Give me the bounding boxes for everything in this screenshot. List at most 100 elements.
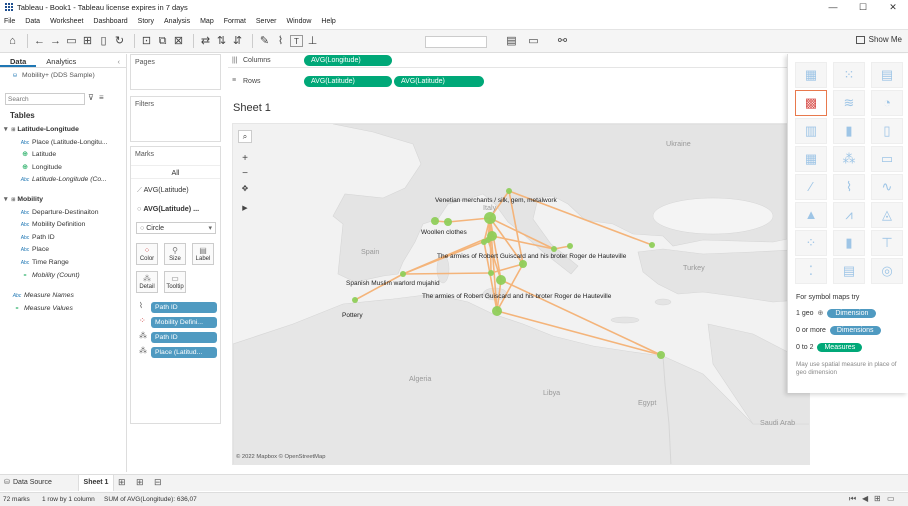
pause-updates-icon[interactable]: ▯ xyxy=(97,29,110,53)
swap-icon[interactable]: ⇄ xyxy=(199,29,212,53)
field-longitude[interactable]: ⊕ Longitude xyxy=(18,162,62,175)
map-tools-expand[interactable]: ▶ xyxy=(238,203,252,216)
fix-axes-icon[interactable]: ⊥ xyxy=(306,29,319,53)
share-icon[interactable]: ⚯ xyxy=(556,29,569,53)
chart-type-option[interactable]: ▲ xyxy=(795,202,827,228)
filter-icon[interactable]: ⊽ xyxy=(88,93,94,102)
marks-pill-place[interactable]: Place (Latitud... xyxy=(151,347,217,358)
marks-pill-path-id[interactable]: Path ID xyxy=(151,302,217,313)
chart-type-option[interactable]: ▦ xyxy=(795,146,827,172)
map-point[interactable] xyxy=(649,242,655,248)
new-worksheet-icon[interactable]: ⊞ xyxy=(118,477,126,488)
chart-type-option[interactable]: ▯ xyxy=(871,118,903,144)
menu-story[interactable]: Story xyxy=(138,18,154,25)
chart-type-option[interactable]: ∿ xyxy=(871,174,903,200)
new-datasource-icon[interactable]: ⊞ xyxy=(81,29,94,53)
chart-type-option[interactable]: ⩘ xyxy=(833,202,865,228)
field-path-id[interactable]: Abc Path ID xyxy=(18,232,55,245)
field-place-latlong[interactable]: Abc Place (Latitude-Longitu... xyxy=(18,137,108,150)
chart-type-option[interactable]: ◔ xyxy=(871,90,903,116)
field-latitude[interactable]: ⊕ Latitude xyxy=(18,149,56,162)
chart-type-option[interactable]: ▦ xyxy=(795,62,827,88)
sort-descending-icon[interactable]: ⇵ xyxy=(231,29,244,53)
clear-sheet-icon[interactable]: ⊠ xyxy=(172,29,185,53)
menu-worksheet[interactable]: Worksheet xyxy=(50,18,83,25)
field-mobility-definition[interactable]: Abc Mobility Definition xyxy=(18,219,86,232)
chart-type-option[interactable]: ⁚ xyxy=(795,258,827,284)
marks-row-avg-latitude[interactable]: ⟋ AVG(Latitude) xyxy=(137,185,189,195)
presentation-icon[interactable]: ▭ xyxy=(527,29,540,53)
chart-type-option[interactable]: ▭ xyxy=(871,146,903,172)
highlight-icon[interactable]: ✎ xyxy=(258,29,271,53)
view-list-icon[interactable]: ≡ xyxy=(99,93,104,102)
rows-pill-latitude-2[interactable]: AVG(Latitude) xyxy=(394,76,484,87)
columns-shelf[interactable]: ||| Columns AVG(Longitude) xyxy=(228,54,810,68)
path-line[interactable] xyxy=(489,217,492,274)
color-button[interactable]: ⁘ Color xyxy=(136,243,158,265)
map-point[interactable] xyxy=(519,260,527,268)
show-me-button[interactable]: Show Me xyxy=(855,35,902,44)
chart-type-option[interactable]: ◎ xyxy=(871,258,903,284)
map-point[interactable] xyxy=(567,243,573,249)
map-point[interactable] xyxy=(431,217,439,225)
menu-server[interactable]: Server xyxy=(256,18,277,25)
menu-help[interactable]: Help xyxy=(321,18,335,25)
detail-button[interactable]: ⁂ Detail xyxy=(136,271,158,293)
redo-icon[interactable]: → xyxy=(49,29,62,53)
filmstrip-view-icon[interactable]: ▭ xyxy=(887,494,895,503)
marks-pill-path-id-2[interactable]: Path ID xyxy=(151,332,217,343)
table-group-latlong[interactable]: ▾ ⊞ Latitude-Longitude xyxy=(4,124,79,137)
undo-icon[interactable]: ← xyxy=(33,29,46,53)
pages-card[interactable]: Pages xyxy=(130,54,221,90)
refresh-icon[interactable]: ↻ xyxy=(113,29,126,53)
fit-dropdown[interactable] xyxy=(425,36,487,48)
zoom-in-button[interactable]: + xyxy=(238,153,252,166)
prev-page-icon[interactable]: ◀ xyxy=(862,494,868,503)
zoom-out-button[interactable]: − xyxy=(238,168,252,181)
map-point[interactable] xyxy=(657,351,665,359)
field-time-range[interactable]: Abc Time Range xyxy=(18,257,69,270)
tab-data[interactable]: Data xyxy=(0,54,37,67)
reset-map-button[interactable]: ✥ xyxy=(238,183,252,196)
chart-type-symbol-map[interactable]: ▩ xyxy=(795,90,827,116)
tab-sheet-1[interactable]: Sheet 1 xyxy=(78,475,114,491)
map-point[interactable] xyxy=(488,270,494,276)
menu-analysis[interactable]: Analysis xyxy=(164,18,190,25)
chart-type-option[interactable]: ▮ xyxy=(833,118,865,144)
search-field[interactable] xyxy=(5,93,85,105)
search-input[interactable] xyxy=(6,94,84,105)
home-icon[interactable]: ⌂ xyxy=(6,29,19,53)
maximize-button[interactable]: ☐ xyxy=(848,0,878,14)
map-point[interactable] xyxy=(506,188,512,194)
map-point[interactable] xyxy=(444,218,452,226)
path-line[interactable] xyxy=(402,272,492,275)
chart-type-option[interactable]: ⁘ xyxy=(795,230,827,256)
field-measure-values[interactable]: = Measure Values xyxy=(10,303,73,316)
label-button[interactable]: ▤ Label xyxy=(192,243,214,265)
close-button[interactable]: ✕ xyxy=(878,0,908,14)
size-button[interactable]: ⚲ Size xyxy=(164,243,186,265)
collapse-pane-icon[interactable]: ‹ xyxy=(108,54,127,67)
chart-type-option[interactable]: ◬ xyxy=(871,202,903,228)
map-point[interactable] xyxy=(551,246,557,252)
duplicate-sheet-icon[interactable]: ⧉ xyxy=(156,29,169,53)
grid-view-icon[interactable]: ⊞ xyxy=(874,494,881,503)
chart-type-option[interactable]: ⁄ xyxy=(795,174,827,200)
first-page-icon[interactable]: ⏮ xyxy=(849,494,856,504)
field-place[interactable]: Abc Place xyxy=(18,244,49,257)
mark-type-dropdown[interactable]: ○ Circle ▾ xyxy=(136,222,216,234)
chart-type-option[interactable]: ⁂ xyxy=(833,146,865,172)
minimize-button[interactable]: — xyxy=(818,0,848,14)
marks-row-avg-latitude-2[interactable]: ○ AVG(Latitude) ... xyxy=(137,204,199,213)
chart-type-option[interactable]: ⌇ xyxy=(833,174,865,200)
rows-pill-latitude-1[interactable]: AVG(Latitude) xyxy=(304,76,392,87)
chart-type-option[interactable]: ▤ xyxy=(833,258,865,284)
marks-all-row[interactable]: All xyxy=(131,165,220,179)
map-view[interactable]: Ukraine Italy Spain Turkey Algeria Libya… xyxy=(232,123,810,465)
map-search-button[interactable]: ⌕ xyxy=(238,130,252,143)
menu-map[interactable]: Map xyxy=(200,18,214,25)
new-story-icon[interactable]: ⊟ xyxy=(154,477,162,488)
field-mobility-count[interactable]: = Mobility (Count) xyxy=(18,270,80,283)
table-group-mobility[interactable]: ▾ ⊞ Mobility xyxy=(4,194,43,207)
new-worksheet-icon[interactable]: ⊡ xyxy=(140,29,153,53)
